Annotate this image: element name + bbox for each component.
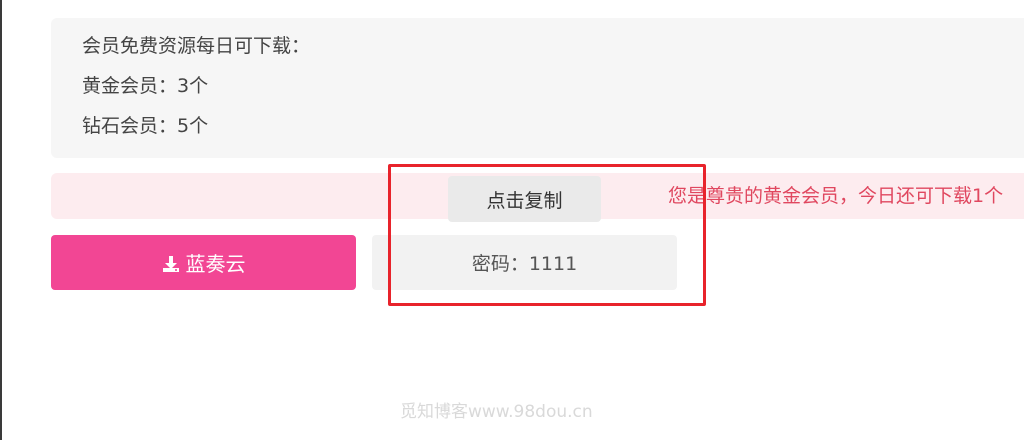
gold-member-limit: 黄金会员：3个 [82, 75, 209, 97]
window-edge [0, 0, 2, 440]
watermark: 觅知博客www.98dou.cn [400, 402, 593, 422]
lanzou-download-button[interactable]: 蓝奏云 [51, 235, 356, 290]
member-info-box: 会员免费资源每日可下载： 黄金会员：3个 钻石会员：5个 [51, 18, 1024, 158]
password-label: 密码：1111 [471, 253, 578, 275]
notice-text: 您是尊贵的黄金会员，今日还可下载1个 [668, 185, 1004, 207]
download-icon [162, 254, 180, 272]
copy-tooltip-label: 点击复制 [486, 189, 563, 212]
info-heading: 会员免费资源每日可下载： [82, 35, 311, 57]
download-button-label: 蓝奏云 [185, 252, 246, 276]
copy-tooltip: 点击复制 [448, 176, 601, 222]
download-page: 会员免费资源每日可下载： 黄金会员：3个 钻石会员：5个 您是尊贵的黄金会员，今… [0, 0, 1024, 440]
password-copy-box[interactable]: 密码：1111 [372, 235, 677, 290]
diamond-member-limit: 钻石会员：5个 [82, 115, 209, 137]
